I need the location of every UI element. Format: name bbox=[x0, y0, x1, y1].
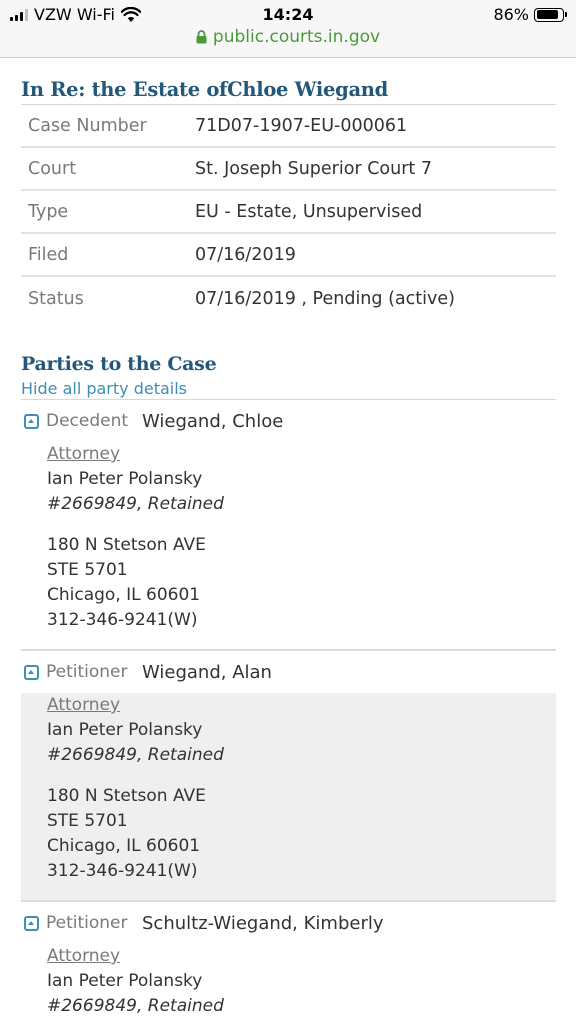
table-row: Status 07/16/2019 , Pending (active) bbox=[21, 277, 556, 320]
address-city: Chicago, IL 60601 bbox=[47, 585, 201, 605]
url-bar[interactable]: public.courts.in.gov bbox=[0, 27, 576, 47]
case-info-table: Case Number 71D07-1907-EU-000061 Court S… bbox=[21, 105, 556, 320]
collapse-toggle-icon[interactable] bbox=[24, 664, 39, 680]
info-value: 07/16/2019 bbox=[195, 244, 296, 265]
attorney-label: Attorney bbox=[47, 444, 121, 464]
status-time: 14:24 bbox=[262, 5, 314, 24]
lock-icon bbox=[196, 30, 207, 44]
phone-number: 312-346-9241(W) bbox=[47, 610, 198, 630]
party-details: Attorney Ian Peter Polansky #2669849, Re… bbox=[21, 442, 556, 649]
party-item: Petitioner Schultz-Wiegand, Kimberly Att… bbox=[21, 902, 556, 1024]
battery-icon bbox=[534, 7, 567, 22]
url-text: public.courts.in.gov bbox=[212, 27, 381, 47]
table-row: Case Number 71D07-1907-EU-000061 bbox=[21, 105, 556, 148]
browser-top-bar: VZW Wi-Fi 14:24 86% public.courts.in.gov bbox=[0, 0, 576, 58]
attorney-label: Attorney bbox=[47, 695, 121, 715]
parties-title: Parties to the Case bbox=[21, 353, 217, 375]
info-label: Case Number bbox=[28, 115, 147, 136]
table-row: Court St. Joseph Superior Court 7 bbox=[21, 148, 556, 191]
case-content: In Re: the Estate ofChloe Wiegand Case N… bbox=[21, 78, 556, 1024]
party-header[interactable]: Petitioner Schultz-Wiegand, Kimberly bbox=[21, 902, 556, 944]
party-header[interactable]: Petitioner Wiegand, Alan bbox=[21, 651, 556, 693]
attorney-label: Attorney bbox=[47, 946, 121, 966]
collapse-toggle-icon[interactable] bbox=[24, 915, 39, 931]
info-value: 07/16/2019 , Pending (active) bbox=[195, 288, 455, 309]
info-label: Court bbox=[28, 158, 77, 179]
phone-number: 312-346-9241(W) bbox=[47, 861, 198, 881]
address-line-1: 180 N Stetson AVE bbox=[47, 786, 206, 806]
info-label: Type bbox=[28, 201, 69, 222]
party-name: Schultz-Wiegand, Kimberly bbox=[142, 912, 384, 934]
info-value: St. Joseph Superior Court 7 bbox=[195, 158, 432, 179]
party-item: Petitioner Wiegand, Alan Attorney Ian Pe… bbox=[21, 651, 556, 902]
party-name: Wiegand, Alan bbox=[142, 661, 272, 683]
attorney-id: #2669849, Retained bbox=[47, 996, 224, 1016]
party-item: Decedent Wiegand, Chloe Attorney Ian Pet… bbox=[21, 400, 556, 651]
party-name: Wiegand, Chloe bbox=[142, 410, 284, 432]
attorney-id: #2669849, Retained bbox=[47, 745, 224, 765]
attorney-name: Ian Peter Polansky bbox=[47, 720, 203, 740]
info-label: Status bbox=[28, 288, 84, 309]
address-line-1: 180 N Stetson AVE bbox=[47, 535, 206, 555]
party-header[interactable]: Decedent Wiegand, Chloe bbox=[21, 400, 556, 442]
info-label: Filed bbox=[28, 244, 69, 265]
address-line-2: STE 5701 bbox=[47, 560, 128, 580]
attorney-name: Ian Peter Polansky bbox=[47, 469, 203, 489]
status-right: 86% bbox=[493, 5, 567, 24]
info-value: EU - Estate, Unsupervised bbox=[195, 201, 423, 222]
case-title: In Re: the Estate ofChloe Wiegand bbox=[21, 78, 556, 105]
collapse-toggle-icon[interactable] bbox=[24, 413, 39, 429]
address-line-2: STE 5701 bbox=[47, 811, 128, 831]
hide-party-details-link[interactable]: Hide all party details bbox=[21, 379, 556, 399]
table-row: Filed 07/16/2019 bbox=[21, 234, 556, 277]
party-role: Petitioner bbox=[46, 662, 128, 682]
party-role: Decedent bbox=[46, 411, 129, 431]
address-city: Chicago, IL 60601 bbox=[47, 836, 201, 856]
attorney-id: #2669849, Retained bbox=[47, 494, 224, 514]
party-details: Attorney Ian Peter Polansky #2669849, Re… bbox=[21, 944, 556, 1024]
battery-percent: 86% bbox=[493, 5, 529, 24]
party-details: Attorney Ian Peter Polansky #2669849, Re… bbox=[21, 693, 556, 900]
attorney-name: Ian Peter Polansky bbox=[47, 971, 203, 991]
party-role: Petitioner bbox=[46, 913, 128, 933]
table-row: Type EU - Estate, Unsupervised bbox=[21, 191, 556, 234]
info-value: 71D07-1907-EU-000061 bbox=[195, 115, 408, 136]
